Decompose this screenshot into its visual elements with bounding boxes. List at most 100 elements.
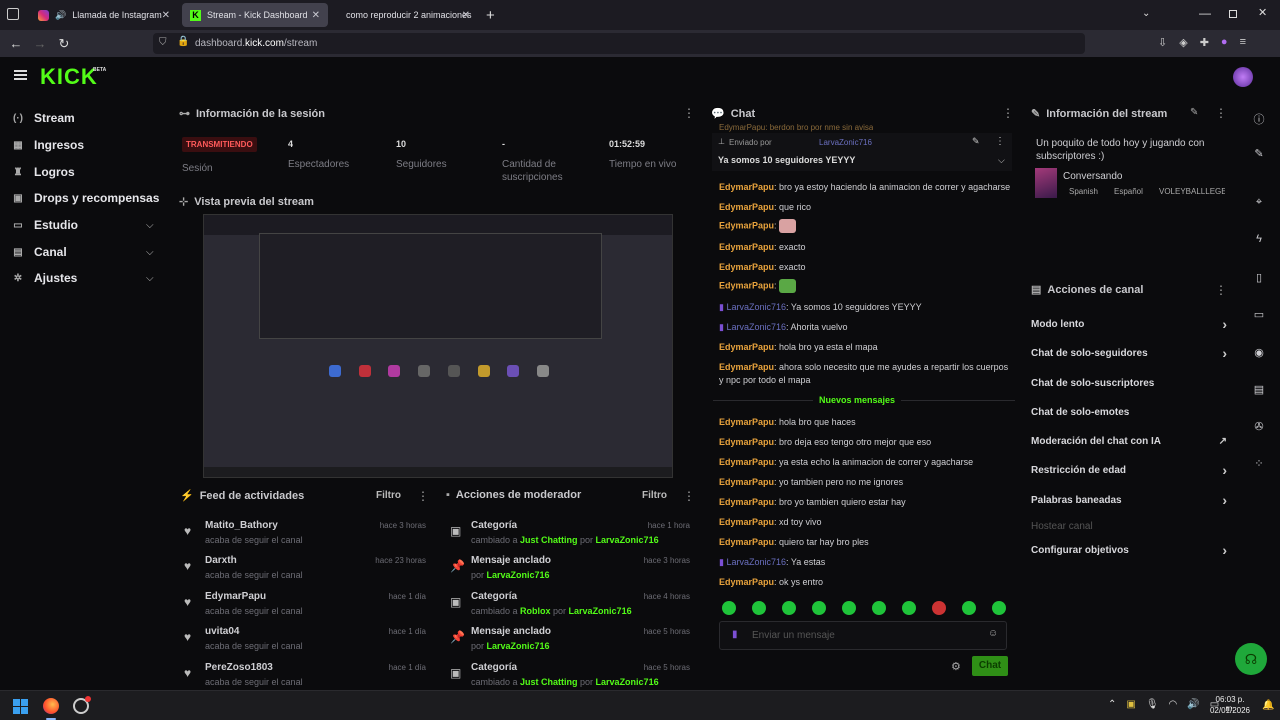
wrench-icon[interactable]: ✇ bbox=[1252, 420, 1266, 434]
sidebar-item-drops[interactable]: ▣ Drops y recompensas bbox=[12, 191, 159, 205]
close-icon[interactable]: ✕ bbox=[162, 10, 170, 21]
chevron-up-icon[interactable]: ⌃ bbox=[1108, 699, 1116, 710]
extension-icon[interactable]: ◈ bbox=[1179, 36, 1187, 49]
heart-icon: ♥ bbox=[184, 666, 192, 680]
close-window-button[interactable]: ✕ bbox=[1258, 6, 1267, 19]
kick-logo[interactable]: KICK bbox=[40, 64, 98, 90]
chevron-down-icon[interactable]: ⌵ bbox=[146, 273, 154, 284]
downloads-icon[interactable]: ⇩ bbox=[1158, 36, 1167, 49]
action-banned-words[interactable]: Palabras baneadas › bbox=[1031, 492, 1227, 508]
target-icon[interactable]: ⌖ bbox=[1252, 196, 1266, 210]
emoji-icon[interactable]: ☺ bbox=[988, 628, 998, 639]
emote-icon[interactable] bbox=[842, 601, 856, 615]
chevron-down-icon[interactable]: ⌄ bbox=[1142, 8, 1150, 19]
notifications-icon[interactable]: 🔔 bbox=[1262, 700, 1274, 711]
apps-icon[interactable]: ⁘ bbox=[1252, 457, 1266, 471]
chevron-down-icon[interactable]: ⌵ bbox=[146, 220, 154, 231]
emote-icon[interactable] bbox=[872, 601, 886, 615]
action-slow-mode[interactable]: Modo lento › bbox=[1031, 316, 1227, 332]
unpin-icon[interactable]: ✎ bbox=[972, 136, 980, 147]
sidebar-item-logros[interactable]: ♜ Logros bbox=[12, 165, 75, 179]
more-options-icon[interactable]: ⋮ bbox=[683, 489, 695, 503]
tab-list-icon[interactable] bbox=[7, 8, 19, 20]
more-options-icon[interactable]: ⋮ bbox=[995, 136, 1005, 147]
menu-icon[interactable]: ≡ bbox=[1240, 36, 1246, 49]
action-age-restriction[interactable]: Restricción de edad › bbox=[1031, 462, 1227, 478]
back-icon[interactable]: ← bbox=[4, 30, 28, 57]
info-icon[interactable]: ⓘ bbox=[1252, 111, 1266, 126]
firefox-icon[interactable] bbox=[43, 698, 59, 714]
app-tray-icon[interactable]: ▣ bbox=[1126, 699, 1135, 710]
more-options-icon[interactable]: ⋮ bbox=[417, 489, 429, 503]
profile-icon[interactable]: ● bbox=[1221, 36, 1228, 49]
more-options-icon[interactable]: ⋮ bbox=[683, 106, 695, 120]
clock-date[interactable]: 02/01/2026 bbox=[1208, 706, 1252, 715]
lock-icon[interactable]: 🔒 bbox=[177, 36, 189, 47]
new-tab-button[interactable]: + bbox=[486, 7, 495, 24]
pencil-icon[interactable]: ✎ bbox=[1252, 147, 1266, 161]
emote-icon[interactable] bbox=[902, 601, 916, 615]
emote-icon[interactable] bbox=[992, 601, 1006, 615]
emote-icon[interactable] bbox=[752, 601, 766, 615]
broadcast-icon[interactable]: ◉ bbox=[1252, 346, 1266, 360]
mic-icon[interactable]: 🎙 bbox=[1146, 699, 1159, 710]
user-avatar[interactable] bbox=[1233, 67, 1253, 87]
stream-info-header: ✎ Información del stream bbox=[1031, 107, 1168, 121]
forward-icon[interactable]: → bbox=[28, 30, 52, 57]
action-configure-goals[interactable]: Configurar objetivos › bbox=[1031, 542, 1227, 558]
action-emotes-only[interactable]: Chat de solo-emotes bbox=[1031, 407, 1227, 418]
sidebar-item-estudio[interactable]: ▭ Estudio bbox=[12, 218, 78, 232]
stream-tag: Spanish bbox=[1069, 187, 1098, 196]
feed-filter-button[interactable]: Filtro bbox=[376, 490, 401, 501]
wifi-icon[interactable]: ◠ bbox=[1169, 699, 1178, 710]
sidebar-item-ingresos[interactable]: ▦ Ingresos bbox=[12, 138, 84, 152]
action-subscribers-only[interactable]: Chat de solo-suscriptores bbox=[1031, 378, 1227, 389]
url-bar[interactable]: ⛉ 🔒 dashboard.kick.com/stream bbox=[153, 33, 1085, 54]
minimize-button[interactable]: — bbox=[1199, 6, 1211, 20]
chat-send-button[interactable]: Chat bbox=[972, 656, 1008, 676]
document-icon[interactable]: ▯ bbox=[1252, 271, 1266, 285]
action-followers-only[interactable]: Chat de solo-seguidores › bbox=[1031, 345, 1227, 361]
chat-input[interactable]: ▮ Enviar un mensaje ☺ bbox=[719, 621, 1007, 650]
chevron-down-icon[interactable]: ⌵ bbox=[998, 155, 1005, 166]
layout-icon[interactable]: ▤ bbox=[1252, 383, 1266, 397]
tab-kick-dashboard[interactable]: K Stream - Kick Dashboard ✕ bbox=[182, 3, 328, 27]
shield-icon: ▪ bbox=[446, 489, 450, 501]
speaker-icon[interactable]: 🔊 bbox=[55, 10, 66, 21]
tab-instagram[interactable]: 🔊 Llamada de Instagram ✕ bbox=[30, 3, 178, 27]
support-button[interactable]: ☊ bbox=[1235, 643, 1267, 675]
more-options-icon[interactable]: ⋮ bbox=[1215, 106, 1227, 120]
edit-icon[interactable]: ✎ bbox=[1190, 107, 1198, 118]
more-options-icon[interactable]: ⋮ bbox=[1215, 283, 1227, 297]
emote-icon[interactable] bbox=[722, 601, 736, 615]
emote-icon[interactable] bbox=[932, 601, 946, 615]
hamburger-menu-icon[interactable] bbox=[14, 70, 27, 80]
heart-icon: ♥ bbox=[184, 595, 192, 609]
action-ai-moderation[interactable]: Moderación del chat con IA ↗ bbox=[1031, 436, 1227, 447]
more-options-icon[interactable]: ⋮ bbox=[1002, 106, 1014, 120]
stream-preview[interactable] bbox=[203, 214, 673, 478]
close-icon[interactable]: ✕ bbox=[312, 10, 320, 21]
sidebar-item-canal[interactable]: ▤ Canal bbox=[12, 245, 66, 259]
windows-start-icon[interactable] bbox=[13, 699, 28, 714]
chat-bubble-icon[interactable]: ▭ bbox=[1252, 308, 1266, 322]
pinned-message[interactable]: ⊥ Enviado por LarvaZonic716 Ya somos 10 … bbox=[712, 133, 1012, 171]
sidebar-item-ajustes[interactable]: ✲ Ajustes bbox=[12, 271, 78, 285]
puzzle-icon[interactable]: ✚ bbox=[1200, 36, 1209, 49]
emote-icon[interactable] bbox=[812, 601, 826, 615]
volume-icon[interactable]: 🔊 bbox=[1187, 699, 1199, 710]
activity-feed-header: ⚡ Feed de actividades bbox=[180, 489, 305, 503]
mod-filter-button[interactable]: Filtro bbox=[642, 490, 667, 501]
emote-icon[interactable] bbox=[962, 601, 976, 615]
tab-google-search[interactable]: como reproducir 2 animaciones ✕ bbox=[332, 3, 478, 27]
lightning-icon[interactable]: ϟ bbox=[1252, 233, 1266, 247]
maximize-button[interactable] bbox=[1229, 10, 1237, 18]
emote-icon[interactable] bbox=[782, 601, 796, 615]
chat-settings-icon[interactable]: ⚙ bbox=[951, 660, 961, 673]
sidebar-item-stream[interactable]: (·) Stream bbox=[12, 111, 75, 125]
chevron-down-icon[interactable]: ⌵ bbox=[146, 247, 154, 258]
shield-icon[interactable]: ⛉ bbox=[159, 37, 167, 48]
pinned-user[interactable]: LarvaZonic716 bbox=[819, 138, 872, 147]
close-icon[interactable]: ✕ bbox=[462, 10, 470, 21]
reload-icon[interactable]: ↻ bbox=[52, 30, 76, 57]
